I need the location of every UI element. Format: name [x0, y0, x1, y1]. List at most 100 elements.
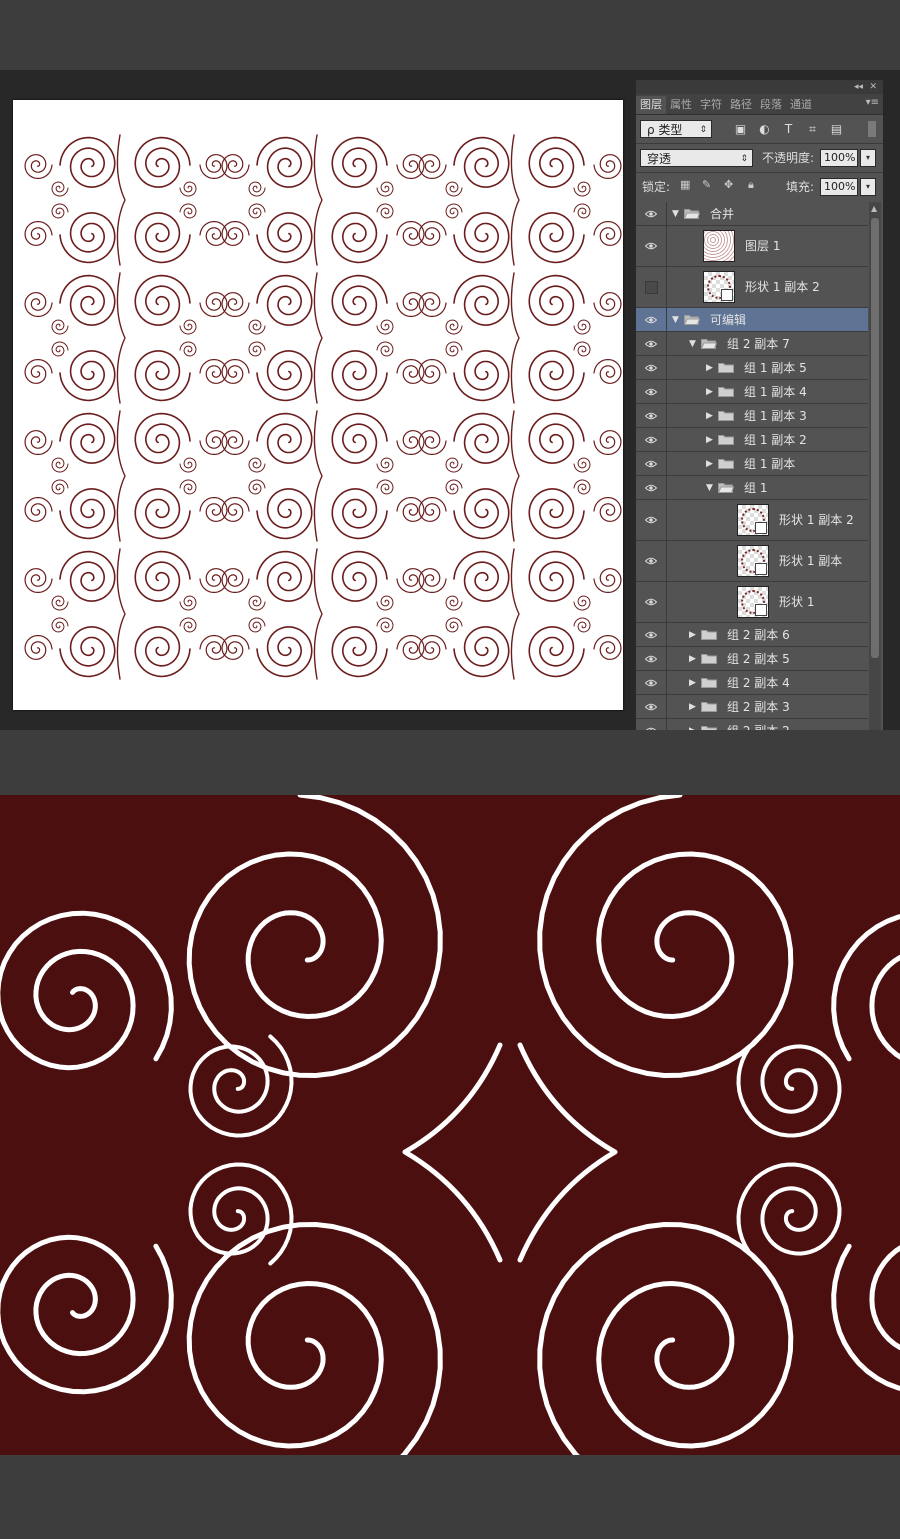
- tab-properties[interactable]: 属性: [666, 96, 696, 114]
- visibility-toggle[interactable]: [636, 719, 667, 730]
- expand-arrow-icon[interactable]: ▶: [706, 458, 713, 470]
- layer-row[interactable]: 形状 1: [636, 582, 868, 623]
- panel-menu-icon[interactable]: ▾≡: [866, 97, 879, 108]
- expand-arrow-icon[interactable]: ▶: [706, 362, 713, 374]
- small-swirl: [221, 497, 250, 522]
- tiny-swirl: [573, 457, 591, 473]
- layer-name: 组 2 副本 6: [727, 627, 790, 642]
- text-filter-icon[interactable]: T: [782, 123, 795, 135]
- scroll-up-icon[interactable]: ▲: [871, 204, 877, 213]
- eye-icon: [645, 679, 657, 686]
- visibility-toggle[interactable]: [636, 428, 667, 451]
- expand-arrow-icon[interactable]: ▶: [689, 677, 696, 689]
- tiny-swirl: [179, 595, 197, 611]
- layer-row[interactable]: ▶ 组 1 副本: [636, 452, 868, 476]
- visibility-toggle[interactable]: [636, 500, 667, 540]
- layer-list-scrollbar[interactable]: ▲: [869, 202, 881, 730]
- large-swirl: [453, 488, 510, 540]
- visibility-toggle[interactable]: [636, 623, 667, 646]
- image-filter-icon[interactable]: ▣: [734, 123, 747, 135]
- visibility-toggle[interactable]: [636, 541, 667, 581]
- layer-row[interactable]: ▶ 组 1 副本 5: [636, 356, 868, 380]
- expand-arrow-icon[interactable]: ▶: [689, 701, 696, 713]
- fill-dropdown-icon[interactable]: ▾: [860, 178, 876, 196]
- medium-swirl: [831, 914, 900, 1062]
- vector-mask-icon: [755, 604, 767, 616]
- expand-arrow-icon[interactable]: ▶: [706, 386, 713, 398]
- layer-row[interactable]: ▶ 组 2 副本 5: [636, 647, 868, 671]
- visibility-toggle[interactable]: [636, 695, 667, 718]
- layer-row[interactable]: ▼ 组 2 副本 7: [636, 332, 868, 356]
- layer-row[interactable]: ▶ 组 2 副本 6: [636, 623, 868, 647]
- document-canvas[interactable]: [13, 100, 623, 710]
- brush-icon[interactable]: ✎: [702, 178, 711, 192]
- expand-arrow-icon[interactable]: ▶: [689, 653, 696, 665]
- layer-row[interactable]: ▶ 组 1 副本 2: [636, 428, 868, 452]
- layer-row[interactable]: ▶ 组 1 副本 4: [636, 380, 868, 404]
- visibility-toggle[interactable]: [636, 380, 667, 403]
- tab-character[interactable]: 字符: [696, 96, 726, 114]
- visibility-toggle[interactable]: [636, 226, 667, 266]
- expand-arrow-icon[interactable]: ▶: [706, 410, 713, 422]
- visibility-toggle[interactable]: [636, 308, 667, 331]
- lock-transparent-icon[interactable]: ▦: [680, 178, 690, 192]
- visibility-toggle[interactable]: [636, 582, 667, 622]
- scrollbar-thumb[interactable]: [871, 218, 879, 658]
- large-swirl: [453, 626, 510, 678]
- layer-row[interactable]: ▶ 组 2 副本 4: [636, 671, 868, 695]
- visibility-toggle[interactable]: [636, 267, 667, 307]
- opacity-dropdown-icon[interactable]: ▾: [860, 149, 876, 167]
- visibility-toggle[interactable]: [636, 647, 667, 670]
- layer-row[interactable]: ▼ 组 1: [636, 476, 868, 500]
- visibility-toggle[interactable]: [636, 404, 667, 427]
- expand-arrow-icon[interactable]: ▶: [706, 434, 713, 446]
- small-swirl: [24, 568, 53, 593]
- expand-arrow-icon[interactable]: ▼: [672, 314, 679, 326]
- tab-channels[interactable]: 通道: [786, 96, 816, 114]
- visibility-toggle[interactable]: [636, 452, 667, 475]
- connector-curve: [313, 134, 323, 266]
- lock-icon[interactable]: 🔒︎: [748, 178, 754, 192]
- tab-layers[interactable]: 图层: [636, 96, 666, 114]
- expand-arrow-icon[interactable]: ▼: [672, 208, 679, 220]
- layer-row[interactable]: 图层 1: [636, 226, 868, 267]
- shape-filter-icon[interactable]: ⌗: [806, 123, 819, 135]
- layer-name: 图层 1: [745, 239, 781, 253]
- layer-row[interactable]: ▶ 组 2 副本 3: [636, 695, 868, 719]
- filter-toggle[interactable]: [868, 121, 876, 137]
- layer-row[interactable]: 形状 1 副本 2: [636, 267, 868, 308]
- expand-arrow-icon[interactable]: ▶: [689, 629, 696, 641]
- eye-icon: [645, 557, 657, 565]
- blend-mode-select[interactable]: 穿透 ⇕: [640, 149, 753, 167]
- layer-row[interactable]: ▼ 合并: [636, 202, 868, 226]
- layer-row[interactable]: ▶ 组 1 副本 3: [636, 404, 868, 428]
- tab-paragraph[interactable]: 段落: [756, 96, 786, 114]
- opacity-input[interactable]: 100%: [820, 149, 858, 167]
- small-swirl: [418, 497, 447, 522]
- visibility-toggle[interactable]: [636, 476, 667, 499]
- close-icon[interactable]: ✕: [869, 80, 877, 94]
- large-swirl: [256, 412, 313, 464]
- visibility-toggle[interactable]: [636, 671, 667, 694]
- layer-row[interactable]: 形状 1 副本 2: [636, 500, 868, 541]
- expand-arrow-icon[interactable]: ▼: [706, 482, 713, 494]
- expand-arrow-icon[interactable]: ▶: [689, 725, 696, 731]
- tab-paths[interactable]: 路径: [726, 96, 756, 114]
- filter-kind-select[interactable]: ρ 类型 ⇕: [640, 120, 712, 138]
- visibility-toggle[interactable]: [636, 332, 667, 355]
- expand-arrow-icon[interactable]: ▼: [689, 338, 696, 350]
- tiny-swirl: [179, 457, 197, 473]
- collapse-icon[interactable]: ◂◂: [854, 80, 863, 94]
- move-icon[interactable]: ✥: [724, 178, 733, 192]
- layer-row[interactable]: 形状 1 副本: [636, 541, 868, 582]
- smart-object-filter-icon[interactable]: ▤: [830, 123, 843, 135]
- fill-input[interactable]: 100%: [820, 178, 858, 196]
- layer-name: 组 2 副本 4: [727, 675, 790, 690]
- visibility-toggle[interactable]: [636, 356, 667, 379]
- layer-row[interactable]: ▶ 组 2 副本 2: [636, 719, 868, 730]
- layer-row[interactable]: ▼ 可编辑: [636, 308, 868, 332]
- visibility-toggle[interactable]: [636, 202, 667, 225]
- large-swirl: [256, 550, 313, 602]
- adjustment-filter-icon[interactable]: ◐: [758, 123, 771, 135]
- small-swirl: [396, 221, 425, 246]
